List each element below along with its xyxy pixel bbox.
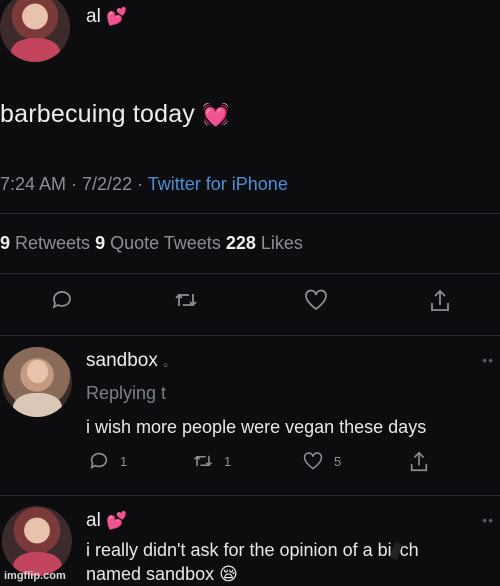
divider — [0, 273, 500, 274]
more-dots-icon[interactable]: •• — [482, 352, 494, 368]
like-count: 5 — [334, 453, 342, 469]
reply1-author-name[interactable]: sandbox 。 — [86, 350, 175, 372]
main-author-name[interactable]: al 💕 — [86, 6, 127, 28]
tweet-timestamp: 7:24 AM · 7/2/22 · — [0, 174, 148, 194]
more-dots-icon[interactable]: •• — [482, 512, 494, 528]
reply-icon — [90, 452, 108, 469]
imgflip-watermark: imgflip.com — [4, 570, 66, 582]
avatar-dress — [12, 392, 62, 417]
tweet-meta: 7:24 AM · 7/2/22 · Twitter for iPhone — [0, 174, 288, 195]
reply2-author-name[interactable]: al 💕 — [86, 510, 127, 532]
reply-button[interactable] — [50, 288, 74, 312]
likes-stat[interactable]: 228 Likes — [226, 233, 303, 253]
like-button[interactable] — [303, 288, 329, 312]
reply2-text-line1: i really didn't ask for the opinion of a… — [86, 540, 419, 561]
reply1-text: i wish more people were vegan these days — [86, 417, 427, 437]
reply-count: 1 — [120, 453, 128, 469]
share-button[interactable] — [408, 450, 430, 474]
heart-emoji-icon: 💕 — [106, 511, 128, 530]
avatar-al[interactable] — [0, 0, 70, 62]
divider — [0, 495, 500, 496]
like-button[interactable]: 5 — [302, 450, 341, 472]
heart-emoji-icon: 💓 — [202, 102, 230, 127]
heart-emoji-icon: 💕 — [106, 7, 128, 26]
heart-icon — [305, 289, 327, 311]
share-icon — [410, 451, 428, 472]
reply-button[interactable]: 1 — [88, 450, 127, 472]
avatar-face — [26, 518, 48, 543]
tweet-stats: 9 Retweets 9 Quote Tweets 228 Likes — [0, 233, 303, 254]
share-button[interactable] — [428, 288, 452, 314]
avatar-face — [24, 4, 46, 29]
main-tweet-text: barbecuing today 💓 — [0, 100, 230, 128]
retweet-icon — [175, 293, 197, 307]
retweet-count: 1 — [224, 453, 232, 469]
replying-to-text: Replying t — [86, 383, 167, 403]
reply-icon — [52, 291, 71, 309]
avatar-al[interactable] — [2, 506, 72, 576]
quote-tweets-stat[interactable]: 9 Quote Tweets — [95, 233, 226, 253]
tweet-thread-screenshot: al 💕 barbecuing today 💓 7:24 AM · 7/2/22… — [0, 0, 500, 586]
reply1-action-bar: 1 1 5 — [0, 450, 500, 480]
avatar-sandbox[interactable] — [2, 347, 72, 417]
avatar-face — [26, 359, 48, 384]
share-icon — [431, 289, 449, 311]
retweet-icon — [193, 455, 213, 467]
heart-icon — [303, 452, 323, 470]
main-action-bar — [0, 288, 500, 318]
retweet-button[interactable] — [173, 288, 199, 312]
avatar-dress — [10, 37, 60, 62]
reply2-text-line2: named sandbox 😪 — [86, 564, 238, 584]
retweets-stat[interactable]: 9 Retweets — [0, 233, 95, 253]
divider — [0, 335, 500, 336]
tweet-source-link[interactable]: Twitter for iPhone — [148, 174, 288, 194]
retweet-button[interactable]: 1 — [192, 450, 231, 472]
sleepy-face-emoji-icon: 😪 — [219, 564, 238, 584]
divider — [0, 213, 500, 214]
